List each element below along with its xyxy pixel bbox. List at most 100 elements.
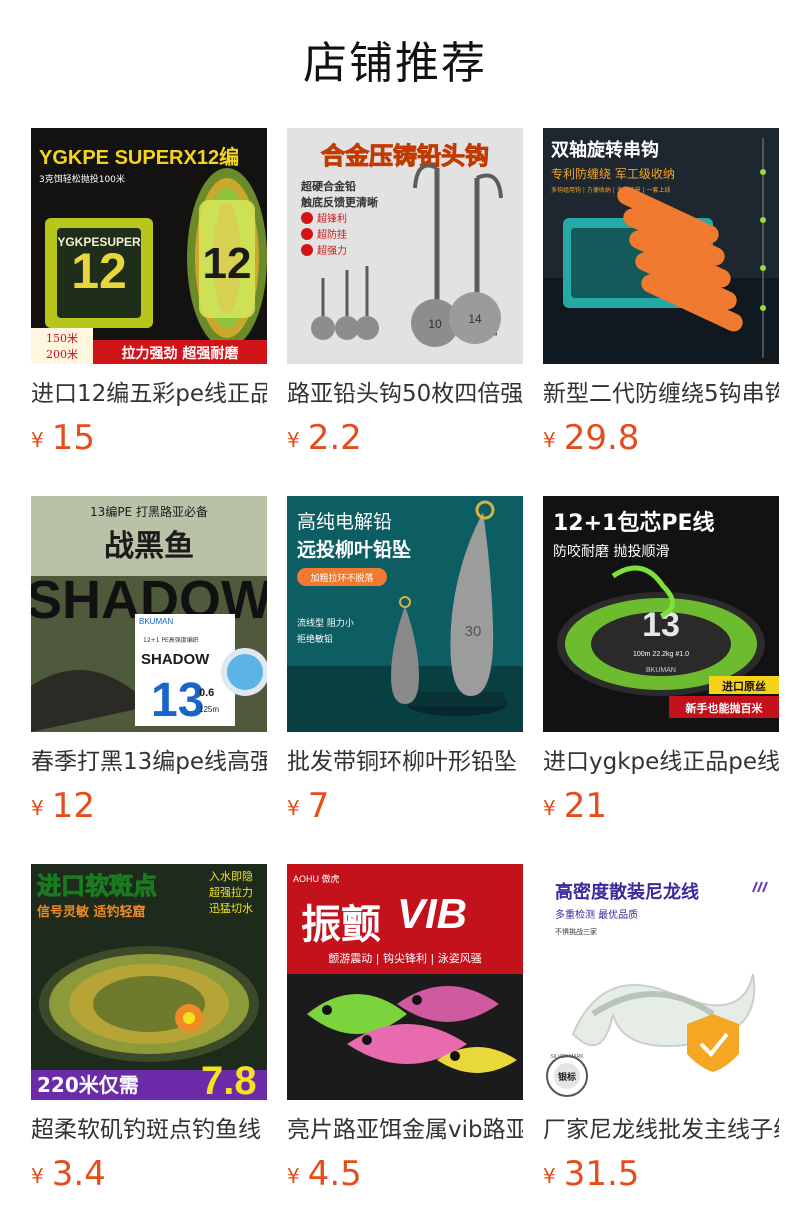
product-name[interactable]: 进口12编五彩pe线正品 bbox=[31, 378, 267, 412]
image-banner: 拉力强劲 超强耐磨 bbox=[122, 345, 240, 362]
product-name[interactable]: 春季打黑13编pe线高强力 bbox=[31, 746, 267, 780]
image-subline: 3克饵轻松抛投100米 bbox=[39, 173, 125, 185]
price-value: 7 bbox=[307, 786, 330, 826]
product-card[interactable]: YGKPE SUPERX12编 3克饵轻松抛投100米 12 YGKPESUPE… bbox=[31, 128, 267, 468]
image-box-length: 125m bbox=[199, 705, 219, 714]
image-banner: 220米仅需 bbox=[37, 1073, 139, 1097]
image-spool-brand: BKUMAN bbox=[646, 667, 676, 674]
product-image[interactable]: YGKPE SUPERX12编 3克饵轻松抛投100米 12 YGKPESUPE… bbox=[31, 128, 267, 364]
product-image[interactable]: AOHU 傲虎 振颤 VIB 颤游震动 | 钩尖锋利 | 泳姿风骚 bbox=[287, 864, 523, 1100]
image-spool-spec: 100m 22.2kg #1.0 bbox=[633, 651, 689, 658]
image-seal-brand: SILVER MARK bbox=[550, 1054, 584, 1060]
image-headline: 合金压铸铅头钩 bbox=[321, 142, 489, 170]
image-right-3: 迅猛切水 bbox=[209, 902, 253, 915]
price-value: 31.5 bbox=[563, 1154, 640, 1194]
image-tag-150m: 150米 bbox=[46, 332, 78, 345]
image-number: 12 bbox=[71, 243, 127, 299]
product-image[interactable]: 双轴旋转串钩 专利防缠绕 军工级收纳 多钩组用钩 | 方便收纳 | 多种场景 |… bbox=[543, 128, 779, 364]
product-image[interactable]: 高纯电解铅 远投柳叶铅坠 加粗拉环不脱落 流线型 阻力小 拒绝敏铅 30 bbox=[287, 496, 523, 732]
price-value: 29.8 bbox=[563, 418, 640, 458]
image-brand: YGKPESUPER bbox=[57, 235, 141, 249]
product-name[interactable]: 超柔软矶钓斑点钓鱼线 bbox=[31, 1114, 267, 1148]
image-seal: 银标 bbox=[558, 1071, 576, 1083]
image-tag-1: 进口原丝 bbox=[722, 679, 766, 693]
image-box-note: 12+1 PE高强度编织 bbox=[143, 636, 199, 644]
image-brand: AOHU 傲虎 bbox=[293, 873, 340, 884]
image-tagline: 多钩组用钩 | 方便收纳 | 多种场景 | 一套上线 bbox=[551, 186, 671, 194]
image-subline: 专利防缠绕 军工级收纳 bbox=[551, 166, 675, 181]
image-headline: 高密度散装尼龙线 bbox=[555, 881, 699, 903]
currency-symbol: ¥ bbox=[31, 428, 44, 452]
product-image[interactable]: 12+1包芯PE线 防咬耐磨 抛投顺滑 13 100m 22.2kg #1.0 … bbox=[543, 496, 779, 732]
product-card[interactable]: 合金压铸铅头钩 超硬合金铅 触底反馈更清晰 超锋利 超防挂 超强力 10 14 bbox=[287, 128, 523, 468]
image-headline-1: 高纯电解铅 bbox=[297, 511, 392, 533]
image-subline: 防咬耐磨 抛投顺滑 bbox=[553, 543, 669, 560]
image-topline: 13编PE 打黑路亚必备 bbox=[90, 504, 208, 519]
price-value: 12 bbox=[51, 786, 95, 826]
product-name[interactable]: 路亚铅头钩50枚四倍强度 bbox=[287, 378, 523, 412]
product-image[interactable]: 合金压铸铅头钩 超硬合金铅 触底反馈更清晰 超锋利 超防挂 超强力 10 14 bbox=[287, 128, 523, 364]
image-badge-2: 超防挂 bbox=[317, 228, 347, 241]
image-weight-2: 14 bbox=[468, 312, 482, 326]
image-subline-1: 超硬合金铅 bbox=[300, 179, 356, 193]
product-card[interactable]: 12+1包芯PE线 防咬耐磨 抛投顺滑 13 100m 22.2kg #1.0 … bbox=[543, 496, 779, 836]
image-desc-1: 流线型 阻力小 bbox=[297, 617, 354, 629]
image-subline: 颤游震动 | 钩尖锋利 | 泳姿风骚 bbox=[328, 951, 481, 965]
svg-text:12: 12 bbox=[203, 239, 252, 288]
image-weight-1: 10 bbox=[428, 317, 442, 331]
image-badge-1: 超锋利 bbox=[317, 212, 347, 225]
image-banner-price: 7.8 bbox=[201, 1059, 257, 1100]
product-price: ¥12 bbox=[31, 784, 95, 828]
price-value: 21 bbox=[563, 786, 607, 826]
image-tag-2: 新手也能抛百米 bbox=[686, 701, 764, 715]
image-subline: 多重检测 最优品质 bbox=[555, 908, 638, 921]
image-headline: 12+1包芯PE线 bbox=[553, 510, 715, 536]
currency-symbol: ¥ bbox=[287, 1164, 300, 1188]
product-name[interactable]: 进口ygkpe线正品pe线 bbox=[543, 746, 779, 780]
image-subline: 信号灵敏 适钓轻窟 bbox=[37, 904, 146, 920]
currency-symbol: ¥ bbox=[31, 796, 44, 820]
image-tag-200m: 200米 bbox=[46, 348, 78, 361]
image-headline: YGKPE SUPERX12编 bbox=[39, 145, 239, 169]
product-card[interactable]: 高纯电解铅 远投柳叶铅坠 加粗拉环不脱落 流线型 阻力小 拒绝敏铅 30 批发带… bbox=[287, 496, 523, 836]
product-card[interactable]: 双轴旋转串钩 专利防缠绕 军工级收纳 多钩组用钩 | 方便收纳 | 多种场景 |… bbox=[543, 128, 779, 468]
product-card[interactable]: 13编PE 打黑路亚必备 战黑鱼 SHADOW BKUMAN 12+1 PE高强… bbox=[31, 496, 267, 836]
image-headline-2: 远投柳叶铅坠 bbox=[297, 538, 411, 561]
currency-symbol: ¥ bbox=[287, 428, 300, 452]
image-headline: 进口软斑点 bbox=[37, 872, 157, 900]
product-card[interactable]: 高密度散装尼龙线 多重检测 最优品质 不惧挑战三家 银标 SILVER MARK… bbox=[543, 864, 779, 1204]
price-value: 2.2 bbox=[307, 418, 362, 458]
product-name[interactable]: 新型二代防缠绕5钩串钩 bbox=[543, 378, 779, 412]
currency-symbol: ¥ bbox=[31, 1164, 44, 1188]
product-price: ¥31.5 bbox=[543, 1152, 639, 1196]
image-note: 不惧挑战三家 bbox=[555, 927, 597, 936]
product-name[interactable]: 亮片路亚饵金属vib路亚饵 bbox=[287, 1114, 523, 1148]
product-price: ¥21 bbox=[543, 784, 607, 828]
product-price: ¥4.5 bbox=[287, 1152, 362, 1196]
image-right-1: 入水即隐 bbox=[209, 870, 253, 883]
image-headline: 振颤 bbox=[301, 902, 381, 948]
product-image[interactable]: 13编PE 打黑路亚必备 战黑鱼 SHADOW BKUMAN 12+1 PE高强… bbox=[31, 496, 267, 732]
image-right-2: 超强拉力 bbox=[209, 885, 253, 899]
currency-symbol: ¥ bbox=[543, 428, 556, 452]
product-name[interactable]: 批发带铜环柳叶形铅坠 bbox=[287, 746, 523, 780]
image-subline-2: 触底反馈更清晰 bbox=[300, 195, 378, 209]
product-price: ¥15 bbox=[31, 416, 95, 460]
product-image[interactable]: 进口软斑点 信号灵敏 适钓轻窟 入水即隐 超强拉力 迅猛切水 220米仅需 7.… bbox=[31, 864, 267, 1100]
image-box-number: 13 bbox=[151, 674, 204, 727]
price-value: 4.5 bbox=[307, 1154, 362, 1194]
image-tag: 加粗拉环不脱落 bbox=[310, 572, 373, 584]
product-price: ¥3.4 bbox=[31, 1152, 106, 1196]
image-headline: 双轴旋转串钩 bbox=[551, 139, 659, 161]
image-box-brand: BKUMAN bbox=[139, 617, 173, 626]
currency-symbol: ¥ bbox=[543, 796, 556, 820]
product-name[interactable]: 厂家尼龙线批发主线子线 bbox=[543, 1114, 779, 1148]
image-box-spec: 0.6 bbox=[199, 687, 214, 699]
image-badge-3: 超强力 bbox=[317, 244, 347, 257]
product-image[interactable]: 高密度散装尼龙线 多重检测 最优品质 不惧挑战三家 银标 SILVER MARK bbox=[543, 864, 779, 1100]
product-price: ¥29.8 bbox=[543, 416, 639, 460]
product-price: ¥7 bbox=[287, 784, 329, 828]
image-box-title: SHADOW bbox=[141, 651, 210, 668]
product-card[interactable]: 进口软斑点 信号灵敏 适钓轻窟 入水即隐 超强拉力 迅猛切水 220米仅需 7.… bbox=[31, 864, 267, 1204]
product-card[interactable]: AOHU 傲虎 振颤 VIB 颤游震动 | 钩尖锋利 | 泳姿风骚 亮片路亚饵金… bbox=[287, 864, 523, 1204]
